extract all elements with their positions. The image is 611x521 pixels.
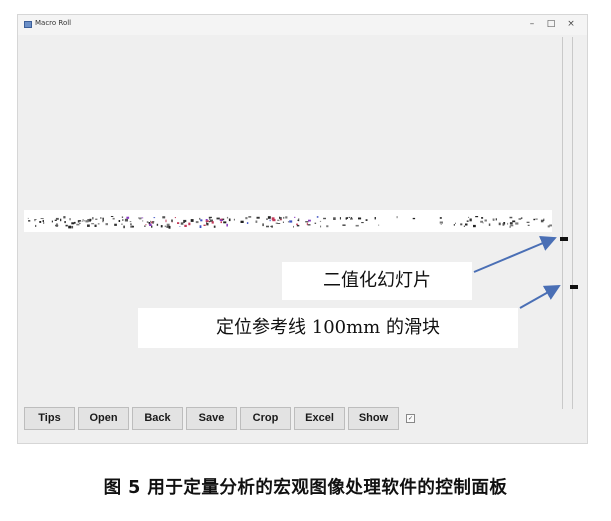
callout-arrows [473,236,561,309]
arrow-to-upper-handle [473,236,557,273]
figure-caption: 图 5 用于定量分析的宏观图像处理软件的控制面板 [103,478,508,498]
arrow-to-reference-handle [519,285,561,309]
